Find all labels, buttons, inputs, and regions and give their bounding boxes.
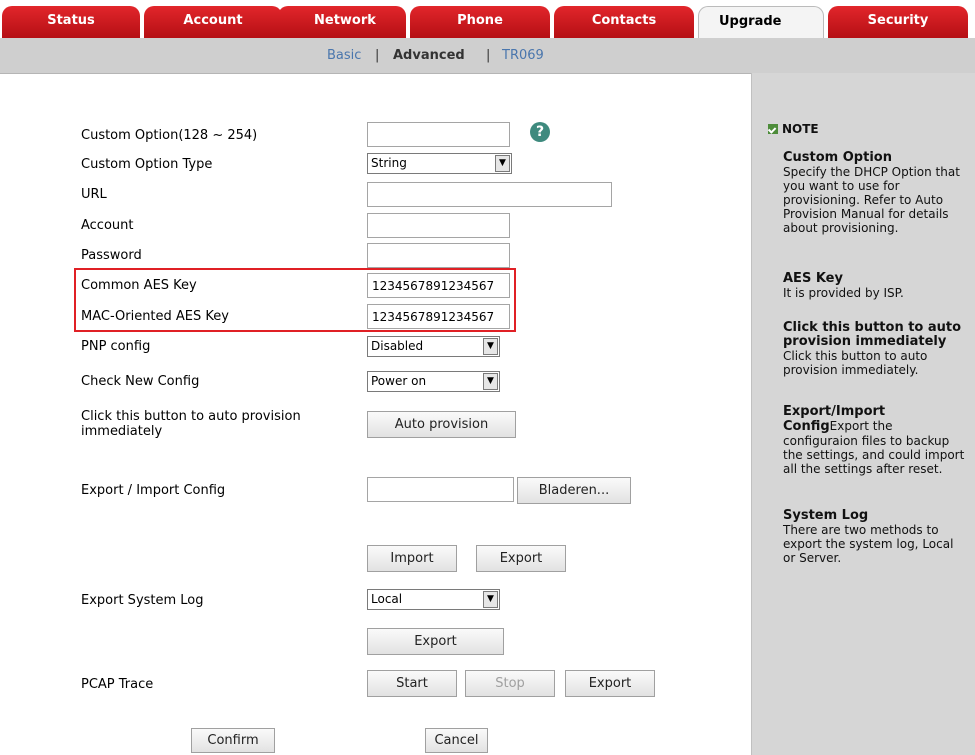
note-line: provisioning. Refer to Auto: [783, 193, 944, 207]
note-section-title: System Log: [783, 508, 869, 523]
note-inline-rest: Export the: [829, 419, 893, 433]
subnav-basic[interactable]: Basic: [327, 48, 361, 63]
note-section-title: Export/Import: [783, 404, 886, 419]
help-icon[interactable]: ?: [530, 122, 550, 142]
account-input[interactable]: [367, 213, 510, 238]
main-tab-bar: Status Account Network Phone Contacts Up…: [0, 0, 975, 38]
tab-status[interactable]: Status: [2, 6, 140, 38]
chevron-down-icon: ▼: [495, 155, 510, 172]
note-line: about provisioning.: [783, 221, 899, 235]
tab-phone[interactable]: Phone: [410, 6, 550, 38]
confirm-button[interactable]: Confirm: [191, 728, 275, 753]
note-aes-key: AES Key It is provided by ISP.: [783, 271, 975, 301]
pcap-start-button[interactable]: Start: [367, 670, 457, 697]
account-label: Account: [81, 218, 134, 233]
note-icon: [768, 124, 778, 134]
check-new-config-select[interactable]: Power on ▼: [367, 371, 500, 392]
note-system-log: System Log There are two methods to expo…: [783, 508, 975, 566]
subnav-advanced[interactable]: Advanced: [393, 48, 465, 63]
check-new-config-label: Check New Config: [81, 374, 200, 389]
note-line: provision immediately.: [783, 363, 919, 377]
chevron-down-icon: ▼: [483, 338, 498, 355]
auto-provision-label: Click this button to auto provision imme…: [81, 409, 301, 439]
password-input[interactable]: [367, 243, 510, 268]
export-config-button[interactable]: Export: [476, 545, 566, 572]
note-line: export the system log, Local: [783, 537, 954, 551]
check-new-config-value: Power on: [371, 374, 427, 388]
subnav-separator: |: [486, 48, 491, 63]
tab-security[interactable]: Security: [828, 6, 968, 38]
url-label: URL: [81, 187, 107, 202]
tab-network[interactable]: Network: [278, 6, 406, 38]
custom-option-label: Custom Option(128 ~ 254): [81, 128, 258, 143]
aes-key-highlight-box: [74, 268, 516, 332]
browse-button[interactable]: Bladeren...: [517, 477, 631, 504]
note-line: Provision Manual for details: [783, 207, 949, 221]
subnav-tr069[interactable]: TR069: [502, 48, 544, 63]
custom-option-type-label: Custom Option Type: [81, 157, 213, 172]
note-line: all the settings after reset.: [783, 462, 943, 476]
pcap-trace-label: PCAP Trace: [81, 677, 154, 692]
note-section-title: Click this button to auto: [783, 320, 962, 335]
note-panel: NOTE Custom Option Specify the DHCP Opti…: [751, 73, 975, 755]
note-custom-option: Custom Option Specify the DHCP Option th…: [783, 150, 975, 236]
note-inline-bold: Config: [783, 419, 830, 434]
pcap-export-button[interactable]: Export: [565, 670, 655, 697]
note-header: NOTE: [768, 122, 819, 136]
system-log-select[interactable]: Local ▼: [367, 589, 500, 610]
note-line: configuraion files to backup: [783, 434, 950, 448]
export-log-button[interactable]: Export: [367, 628, 504, 655]
sub-navigation: Basic | Advanced | TR069: [0, 38, 975, 74]
note-section-title: AES Key: [783, 271, 843, 286]
note-export-import: Export/Import ConfigExport the configura…: [783, 404, 975, 477]
cancel-button[interactable]: Cancel: [425, 728, 488, 753]
pnp-config-select[interactable]: Disabled ▼: [367, 336, 500, 357]
pnp-config-label: PNP config: [81, 339, 151, 354]
note-line: There are two methods to: [783, 523, 939, 537]
subnav-separator: |: [375, 48, 380, 63]
export-system-log-label: Export System Log: [81, 593, 204, 608]
note-section-title: Custom Option: [783, 150, 892, 165]
tab-account[interactable]: Account: [144, 6, 282, 38]
auto-provision-button[interactable]: Auto provision: [367, 411, 516, 438]
url-input[interactable]: [367, 182, 612, 207]
note-line: or Server.: [783, 551, 842, 565]
note-auto-provision: Click this button to auto provision imme…: [783, 320, 975, 378]
tab-contacts[interactable]: Contacts: [554, 6, 694, 38]
chevron-down-icon: ▼: [483, 373, 498, 390]
tab-upgrade[interactable]: Upgrade: [698, 6, 824, 38]
note-line: Click this button to auto: [783, 349, 928, 363]
note-title: NOTE: [782, 122, 819, 136]
system-log-value: Local: [371, 592, 403, 606]
pnp-config-value: Disabled: [371, 339, 424, 353]
note-line: Specify the DHCP Option that: [783, 165, 960, 179]
chevron-down-icon: ▼: [483, 591, 498, 608]
import-button[interactable]: Import: [367, 545, 457, 572]
pcap-stop-button[interactable]: Stop: [465, 670, 555, 697]
custom-option-type-value: String: [371, 156, 407, 170]
custom-option-input[interactable]: [367, 122, 510, 147]
custom-option-type-select[interactable]: String ▼: [367, 153, 512, 174]
password-label: Password: [81, 248, 142, 263]
export-import-label: Export / Import Config: [81, 483, 226, 498]
config-file-input[interactable]: [367, 477, 514, 502]
note-line: the settings, and could import: [783, 448, 965, 462]
note-section-title: provision immediately: [783, 334, 947, 349]
note-line: you want to use for: [783, 179, 900, 193]
note-line: It is provided by ISP.: [783, 286, 904, 300]
